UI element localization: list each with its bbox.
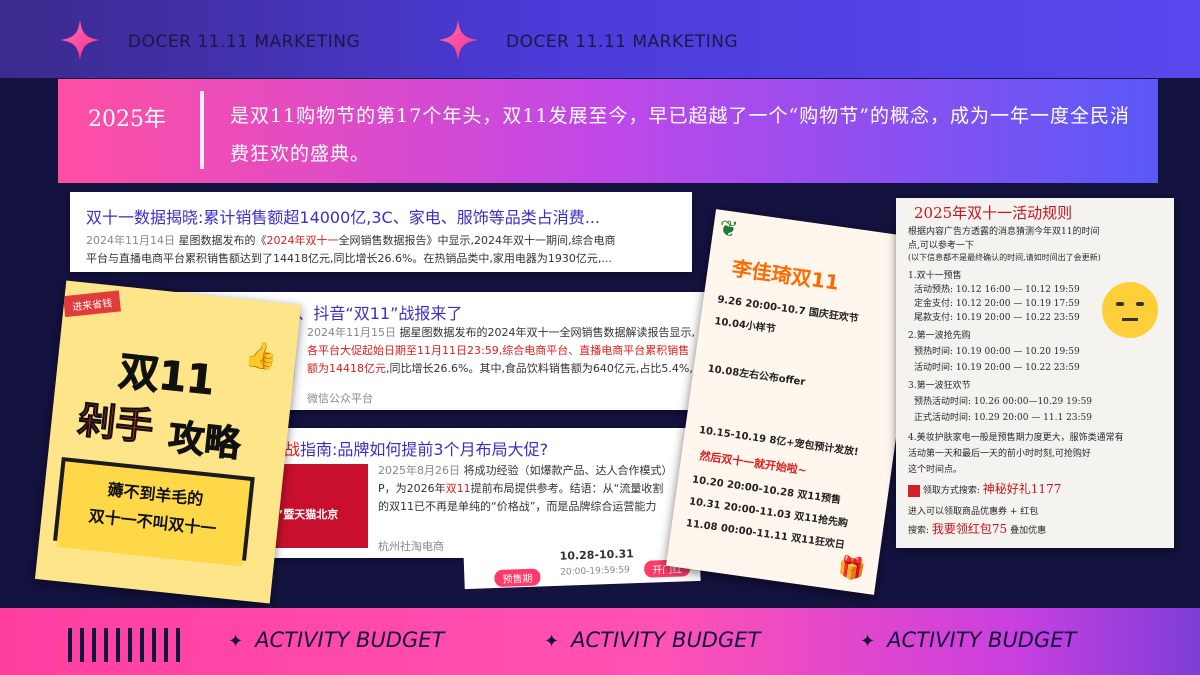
poster-tag: 进来省钱 xyxy=(63,290,121,318)
note-line: 活动时间: 10.19 20:00 — 10.22 23:59 xyxy=(914,363,1080,373)
note-title: 2025年双十一活动规则 xyxy=(914,204,1073,222)
emoji-face-icon xyxy=(1102,282,1158,338)
snippet-text: 全网销售数据报告》中显示,2024年双十一期间,综合电商 xyxy=(338,234,616,247)
snippet-text: 平台与直播电商平台累积销售额达到了14418亿元,同比增长26.6%。在热销品类… xyxy=(86,252,612,265)
bottom-bar: ✦ ACTIVITY BUDGET ✦ ACTIVITY BUDGET ✦ ACTIV… xyxy=(0,608,1200,675)
footer-label: ✦ ACTIVITY BUDGET xyxy=(860,628,1076,652)
note-line: 进入可以领取商品优惠券 + 红包 xyxy=(908,507,1039,517)
brand-label: DOCER 11.11 MARKETING xyxy=(506,32,739,52)
barcode-decoration xyxy=(68,628,200,662)
snippet-highlight: 各平台大促起始日期至11月11日23:59,综合电商平台、直播电商平台累积销售 xyxy=(307,344,690,357)
note-text: 领取方式搜索: xyxy=(922,486,980,496)
news-snippet: 2024年11月14日 星图数据发布的《2024年双十一全网销售数据报告》中显示… xyxy=(86,232,616,268)
banner-year: 2025年 xyxy=(88,107,166,132)
snippet-highlight: 额为14418亿元 xyxy=(307,362,386,375)
snippet-highlight: 双11 xyxy=(445,482,471,495)
news-date: 2024年11月15日 xyxy=(307,326,396,339)
news-snippet: 2025年8月26日 将成功经验（如爆款产品、达人合作模式） P，为2026年双… xyxy=(378,462,673,516)
note-line: 搜索: 我要领红包75 叠加优惠 xyxy=(908,520,1046,537)
poster-slogan: 薅不到羊毛的 双十一不叫双十一 xyxy=(56,461,251,567)
note-line: 正式活动时间: 10.29 20:00 — 11.1 23:59 xyxy=(914,413,1093,423)
note-line: 活动预热: 10.12 16:00 — 10.12 19:59 xyxy=(914,285,1080,295)
snippet-text: 提前布局提供参考。结语：从“流量收割 xyxy=(470,482,664,495)
news-card[interactable]: 备战指南:品牌如何提前3个月布局大促? 十一”暨天猫北京 2025年8月26日 … xyxy=(250,428,700,558)
snippet-highlight: 2024年双十一 xyxy=(266,234,339,247)
note-line: 定金支付: 10.12 20:00 — 10.19 17:59 xyxy=(914,299,1080,309)
snippet-text: 的双11已不再是单纯的“价格战”，而是品牌综合运营能力 xyxy=(378,500,657,513)
schedule-item: 10.04小样节 xyxy=(713,316,777,336)
news-date: 2024年11月14日 xyxy=(86,234,175,247)
sparkle-icon xyxy=(438,20,478,60)
stage-badge: 预售期 xyxy=(494,568,541,588)
presale-time: 20:00-19:59:59 xyxy=(560,565,630,578)
presale-dates: 10.28-10.31 xyxy=(559,547,635,563)
poster-title: 攻略 xyxy=(166,417,243,466)
snippet-text: P，为2026年 xyxy=(378,482,446,495)
schedule-item: 10.08左右公布offer xyxy=(706,363,806,389)
schedule-card: ❦ 李佳琦双11 9.26 20:00-10.7 国庆狂欢节 10.04小样节 … xyxy=(665,209,925,595)
news-card[interactable]: 双十一数据揭晓:累计销售额超14000亿,3C、家电、服饰等品类占消费... 2… xyxy=(70,192,692,272)
note-line: 2.第一波抢先购 xyxy=(908,331,971,341)
schedule-title: 李佳琦双11 xyxy=(730,256,841,295)
note-line: 4.美妆护肤家电一般是预售期力度更大，服饰类通常有 xyxy=(908,433,1124,443)
thumbs-up-icon: 👍 xyxy=(243,339,279,373)
footer-label: ✦ ACTIVITY BUDGET xyxy=(544,628,760,652)
news-title[interactable]: 双十一数据揭晓:累计销售额超14000亿,3C、家电、服饰等品类占消费... xyxy=(86,204,600,228)
snippet-text: 据星图数据发布的2024年双十一全网销售数据解读报告显示, xyxy=(399,326,696,339)
note-line: 活动第一天和最后一天的前小时时刻,可抢购好 xyxy=(908,449,1091,459)
note-text: 叠加优惠 xyxy=(1010,526,1047,536)
strategy-poster: 进来省钱 👍 双11 剁手 攻略 薅不到羊毛的 双十一不叫双十一 xyxy=(34,280,302,604)
top-bar: DOCER 11.11 MARKETING DOCER 11.11 MARKET… xyxy=(0,0,1200,78)
note-line: 根据内容广告方透露的消息猜测今年双11的时间 xyxy=(908,227,1100,237)
divider xyxy=(200,91,204,169)
slogan-line: 双十一不叫双十一 xyxy=(87,506,218,539)
note-line: 预热活动时间: 10.26 00:00—10.29 19:59 xyxy=(914,397,1093,407)
note-line: 1.双十一预售 xyxy=(908,271,962,281)
note-line: 尾款支付: 10.19 20:00 — 10.22 23:59 xyxy=(914,313,1080,323)
footer-label: ✦ ACTIVITY BUDGET xyxy=(228,628,444,652)
snippet-text: 将成功经验（如爆款产品、达人合作模式） xyxy=(463,464,673,477)
note-line: 这个时间点。 xyxy=(908,465,963,475)
news-source[interactable]: 杭州社淘电商 xyxy=(378,538,444,554)
footer-text: ACTIVITY BUDGET xyxy=(571,628,761,652)
sparkle-icon xyxy=(60,20,100,60)
diamond-icon: ✦ xyxy=(228,631,244,652)
news-source[interactable]: 微信公众平台 xyxy=(307,390,373,406)
poster-title: 剁手 xyxy=(75,397,156,450)
brand-label: DOCER 11.11 MARKETING xyxy=(128,32,361,52)
snippet-text: ,同比增长26.6%。其中,食品饮料销售额为640亿元,占比5.4%,... xyxy=(386,362,704,375)
headline-banner: 2025年 是双11购物节的第17个年头，双11发展至今，早已超越了一个“购物节… xyxy=(58,79,1158,183)
footer-text: ACTIVITY BUDGET xyxy=(887,628,1077,652)
note-line: 3.第一波狂欢节 xyxy=(908,381,971,391)
gift-icon xyxy=(908,484,920,497)
note-text: 搜索: xyxy=(908,526,930,536)
note-highlight: 我要领红包75 xyxy=(931,522,1008,536)
rules-note: 2025年双十一活动规则 根据内容广告方透露的消息猜测今年双11的时间 点,可以… xyxy=(896,198,1174,548)
note-line: 点,可以参考一下 xyxy=(908,241,974,251)
note-line: 预热时间: 10.19 00:00 — 10.20 19:59 xyxy=(914,347,1080,357)
diamond-icon: ✦ xyxy=(544,631,560,652)
gift-icon: 🎁 xyxy=(836,554,867,584)
footer-text: ACTIVITY BUDGET xyxy=(255,628,445,652)
news-snippet: 2024年11月15日 据星图数据发布的2024年双十一全网销售数据解读报告显示… xyxy=(307,324,703,378)
diamond-icon: ✦ xyxy=(860,631,876,652)
banner-text: 是双11购物节的第17个年头，双11发展至今，早已超越了一个“购物节”的概念，成… xyxy=(230,105,1130,165)
note-highlight: 神秘好礼1177 xyxy=(982,482,1062,496)
leaf-icon: ❦ xyxy=(717,215,740,244)
note-line: (以下信息都不是最终确认的时间,请如时间出了会更新) xyxy=(908,253,1101,262)
news-date: 2025年8月26日 xyxy=(378,464,460,477)
slogan-line: 薅不到羊毛的 xyxy=(106,480,205,509)
title-text: 指南:品牌如何提前3个月布局大促? xyxy=(300,440,549,459)
news-title[interactable]: 备战指南:品牌如何提前3个月布局大促? xyxy=(268,436,548,460)
note-line: 领取方式搜索: 神秘好礼1177 xyxy=(908,480,1061,497)
snippet-text: 星图数据发布的《 xyxy=(178,234,267,247)
